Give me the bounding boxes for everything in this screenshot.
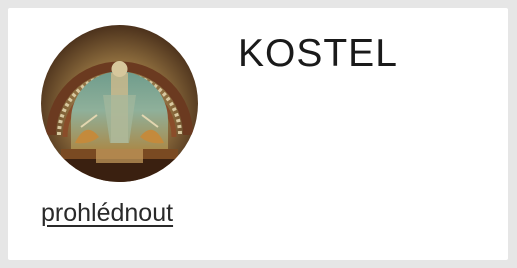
- view-link[interactable]: prohlédnout: [41, 201, 173, 226]
- card-title: KOSTEL: [238, 32, 398, 75]
- kostel-card: KOSTEL prohlédnout: [8, 8, 508, 260]
- church-window-image[interactable]: [41, 25, 198, 182]
